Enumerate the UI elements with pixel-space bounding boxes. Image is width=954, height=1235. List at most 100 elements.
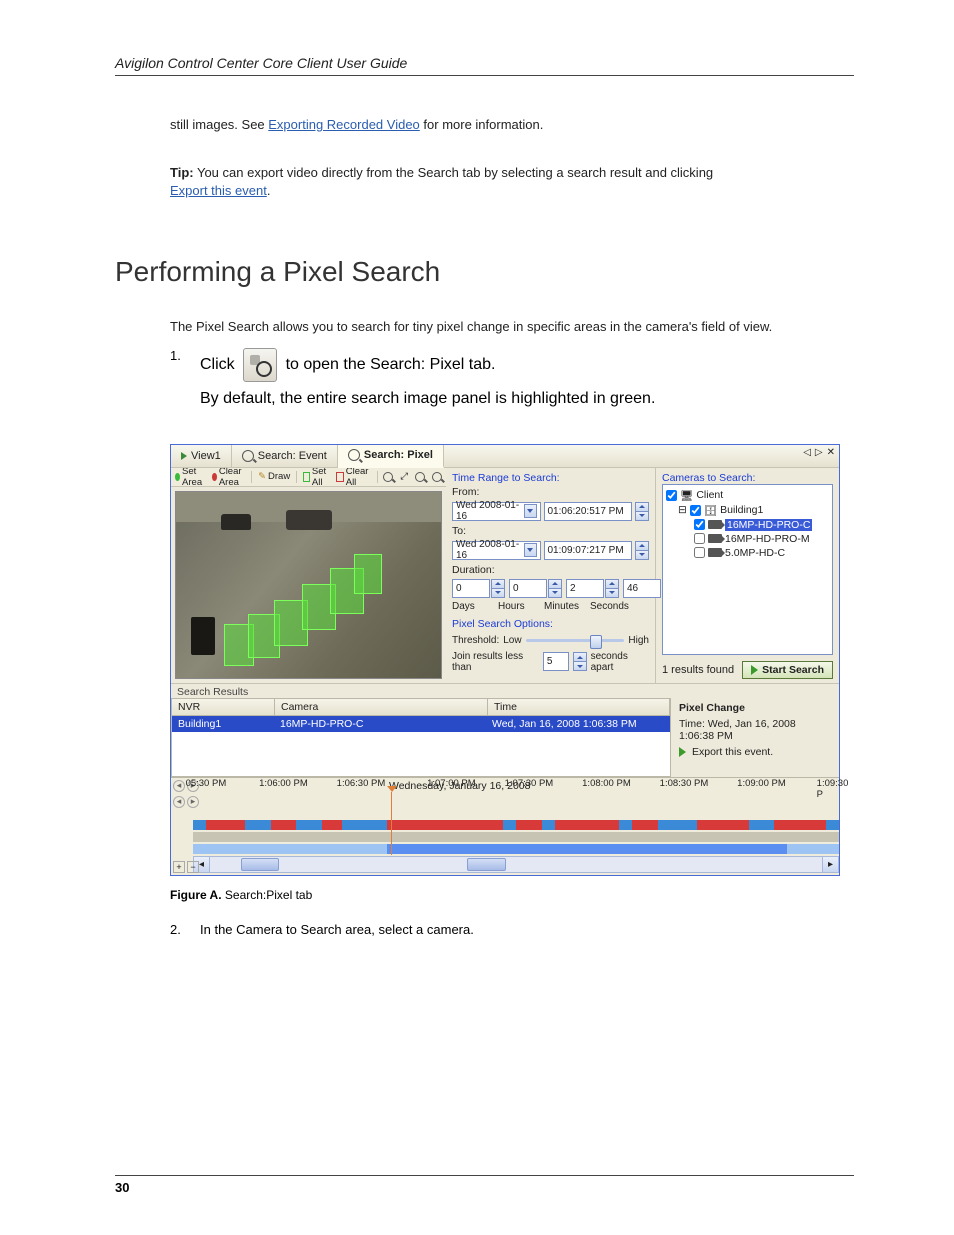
tool-zoom-in[interactable] [413, 472, 427, 482]
header-guide-title: Avigilon Control Center Core Client User… [115, 55, 854, 76]
search-icon [243, 348, 277, 382]
start-search-label: Start Search [762, 664, 824, 676]
col-camera[interactable]: Camera [275, 699, 488, 715]
tree-expander[interactable]: ⊟ [678, 504, 687, 516]
tab-search-event[interactable]: Search: Event [232, 445, 338, 467]
link-export-this-event[interactable]: Export this event [170, 183, 267, 198]
join-spinner[interactable] [573, 652, 586, 671]
cb-cam1[interactable] [694, 519, 705, 530]
minutes-spinner[interactable] [605, 579, 619, 598]
monitor-icon: 🖥 [680, 489, 693, 502]
tabnav-left[interactable]: ◁ [803, 447, 811, 458]
to-label: To: [452, 525, 649, 537]
cell-cam: 16MP-HD-PRO-C [274, 716, 486, 732]
chevron-down-icon[interactable] [524, 543, 537, 557]
tabnav-close[interactable]: ✕ [827, 447, 835, 458]
tool-zoom-fit[interactable]: ⤢ [398, 471, 410, 482]
start-search-button[interactable]: Start Search [742, 661, 833, 679]
tree-client[interactable]: Client [696, 489, 723, 501]
from-date-input[interactable]: Wed 2008-01-16 [452, 502, 541, 521]
timeline-playhead[interactable] [391, 792, 392, 855]
timeline-track-motion[interactable] [193, 820, 839, 830]
camera-tree[interactable]: 🖥Client ⊟ 🗄Building1 16MP-HD-PRO-C 16MP-H… [662, 484, 833, 655]
scroll-right-button[interactable]: ▸ [822, 857, 838, 872]
tl-btn[interactable]: ◂ [173, 796, 185, 808]
cb-cam3[interactable] [694, 547, 705, 558]
caption-rest: Search:Pixel tab [222, 888, 313, 902]
cb-client[interactable] [666, 490, 677, 501]
tl-btn[interactable]: ◂ [173, 780, 185, 792]
join-prefix: Join results less than [452, 651, 539, 673]
scroll-thumb-1[interactable] [241, 858, 280, 871]
threshold-high: High [628, 635, 649, 646]
tree-building[interactable]: Building1 [720, 504, 763, 516]
tool-clear-all[interactable]: Clear All [334, 466, 373, 488]
to-time-spinner[interactable] [635, 541, 649, 560]
hours-spinner[interactable] [548, 579, 562, 598]
magnifier-icon [242, 450, 254, 462]
step1-b: to open the Search: Pixel tab. [286, 356, 496, 373]
results-header: Search Results [171, 684, 839, 698]
chevron-down-icon[interactable] [524, 504, 537, 518]
tree-cam1[interactable]: 16MP-HD-PRO-C [725, 519, 812, 531]
tool-draw[interactable]: ✎Draw [256, 471, 292, 482]
tool-clear-area[interactable]: Clear Area [210, 466, 247, 488]
days-spinner[interactable] [491, 579, 505, 598]
magnifier-icon [383, 472, 393, 482]
intro-fragment: still images. See Exporting Recorded Vid… [170, 116, 854, 134]
cell-nvr: Building1 [172, 716, 274, 732]
tool-set-all[interactable]: Set All [301, 466, 331, 488]
cb-cam2[interactable] [694, 533, 705, 544]
col-time[interactable]: Time [488, 699, 670, 715]
slider-thumb[interactable] [590, 635, 602, 649]
tool-zoom-1[interactable] [381, 472, 395, 482]
tl-zoom-out[interactable]: − [187, 861, 199, 873]
timeline-track-selection[interactable] [193, 844, 839, 854]
red-square-icon [336, 472, 344, 482]
tick-label: 1:08:30 PM [660, 778, 709, 789]
magnifier-plus-icon [415, 472, 425, 482]
days-input[interactable]: 0 [452, 579, 490, 598]
clear-area-label: Clear Area [219, 466, 246, 488]
step2-number: 2. [170, 922, 190, 937]
tabstrip: View1 Search: Event Search: Pixel ◁ ▷ ✕ [171, 445, 839, 468]
step1-content: Click to open the Search: Pixel tab. By … [200, 348, 655, 408]
tip-suffix: . [267, 183, 271, 198]
table-row[interactable]: Building1 16MP-HD-PRO-C Wed, Jan 16, 200… [172, 716, 670, 732]
camera-icon [708, 534, 722, 543]
export-event-link[interactable]: Export this event. [679, 746, 831, 758]
server-icon: 🗄 [704, 504, 717, 517]
threshold-slider[interactable] [526, 639, 625, 642]
tree-cam2[interactable]: 16MP-HD-PRO-M [725, 533, 810, 545]
timeline-ruler[interactable]: 05:30 PM 1:06:00 PM 1:06:30 PM 1:07:00 P… [193, 778, 839, 820]
hours-input[interactable]: 0 [509, 579, 547, 598]
pencil-icon: ✎ [258, 471, 266, 482]
to-date-input[interactable]: Wed 2008-01-16 [452, 541, 541, 560]
minutes-input[interactable]: 2 [566, 579, 604, 598]
car-icon [286, 510, 332, 530]
scroll-thumb-2[interactable] [467, 858, 506, 871]
link-exporting-video[interactable]: Exporting Recorded Video [268, 117, 420, 132]
tabnav-right[interactable]: ▷ [815, 447, 823, 458]
to-time-input[interactable]: 01:09:07:217 PM [544, 541, 633, 560]
tool-zoom-out[interactable] [430, 472, 444, 482]
tool-set-area[interactable]: Set Area [173, 466, 207, 488]
tab-search-pixel[interactable]: Search: Pixel [338, 445, 444, 468]
clear-all-label: Clear All [346, 466, 371, 488]
tab-view1[interactable]: View1 [171, 445, 232, 467]
camera-icon [708, 548, 722, 557]
cb-building[interactable] [690, 505, 701, 516]
from-time-input[interactable]: 01:06:20:517 PM [544, 502, 633, 521]
tip-label: Tip: [170, 165, 194, 180]
timeline-track-2[interactable] [193, 832, 839, 842]
from-time-spinner[interactable] [635, 502, 649, 521]
tl-zoom-in[interactable]: + [173, 861, 185, 873]
tree-cam3[interactable]: 5.0MP-HD-C [725, 547, 785, 559]
days-l: Days [452, 601, 494, 612]
col-nvr[interactable]: NVR [172, 699, 275, 715]
tick-label: 1:06:00 PM [259, 778, 308, 789]
join-value-input[interactable]: 5 [543, 652, 570, 671]
timeline-scrollbar[interactable]: ◂ ▸ [193, 856, 839, 873]
camera-preview[interactable] [175, 491, 442, 679]
step2-text: In the Camera to Search area, select a c… [200, 922, 474, 937]
